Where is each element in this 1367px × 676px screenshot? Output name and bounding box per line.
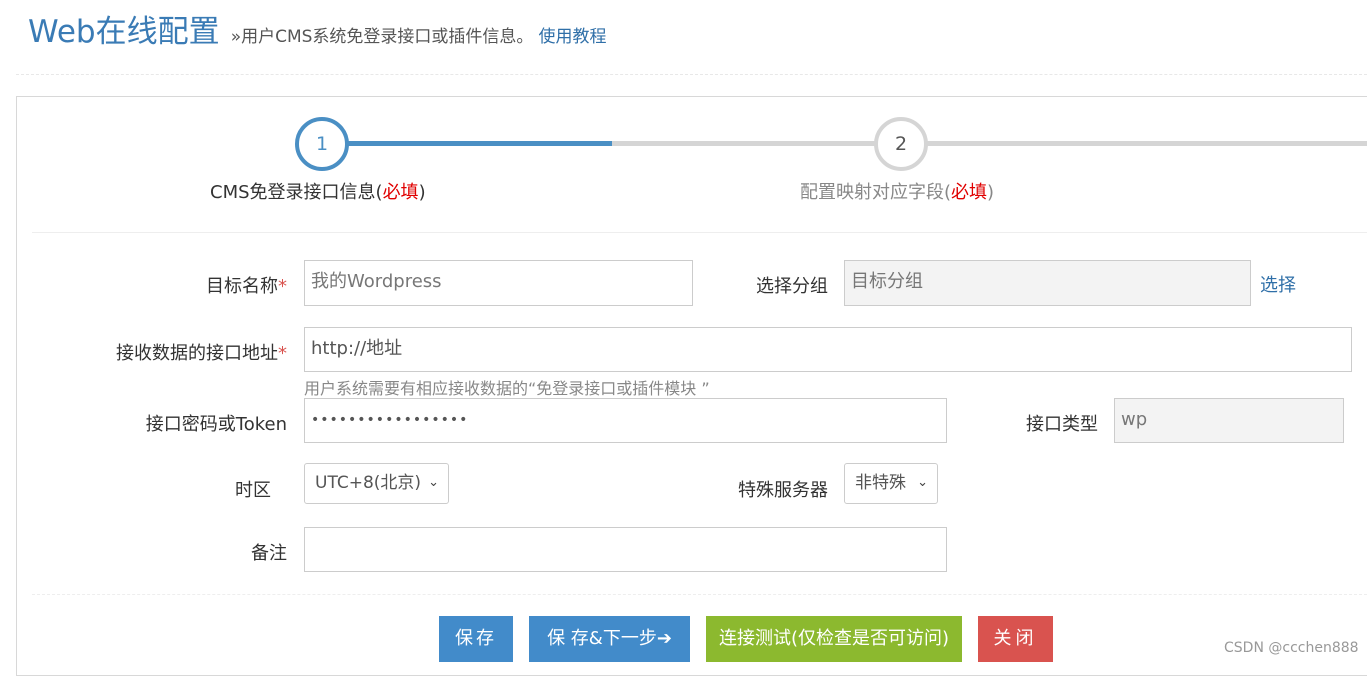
required-star: * [278,276,287,297]
step-1-circle[interactable]: 1 [295,117,349,171]
connection-test-button[interactable]: 连接测试(仅检查是否可访问) [706,616,962,662]
timezone-select-value: UTC+8(北京) [315,473,422,493]
timezone-label: 时区 [235,480,271,501]
footer-divider [32,594,1367,595]
tutorial-link[interactable]: 使用教程 [539,27,607,47]
chevron-down-icon: ⌄ [917,475,928,490]
watermark: CSDN @ccchen888 [1224,640,1359,656]
step-2-label: 配置映射对应字段(必填) [800,182,995,203]
page-title: Web在线配置 [28,14,220,50]
password-label: 接口密码或Token [145,414,287,435]
timezone-select[interactable]: UTC+8(北京) ⌄ [304,463,449,504]
step-1-title: CMS免登录接口信息 [210,182,376,203]
target-name-input[interactable]: 我的Wordpress [304,260,693,306]
step-progress-inactive [612,141,1367,146]
step-1-label: CMS免登录接口信息(必填) [210,182,426,203]
endpoint-label-text: 接收数据的接口地址 [116,343,278,364]
special-server-select[interactable]: 非特殊 ⌄ [844,463,938,504]
step-1-required: 必填 [382,182,419,203]
target-name-label: 目标名称* [206,272,287,298]
endpoint-input[interactable]: http://地址 [304,327,1352,372]
save-button[interactable]: 保存 [439,616,513,662]
step-2-circle[interactable]: 2 [874,117,928,171]
target-name-label-text: 目标名称 [206,276,278,297]
step-2-required: 必填 [951,182,988,203]
header-divider [16,74,1367,75]
group-select-link[interactable]: 选择 [1260,271,1296,297]
step-progress-active [322,141,612,146]
chevron-down-icon: ⌄ [428,475,439,490]
save-next-button[interactable]: 保 存&下一步➔ [529,616,690,662]
step-2-title: 配置映射对应字段 [800,182,944,203]
section-divider [32,232,1367,233]
special-server-label: 特殊服务器 [738,480,828,501]
api-type-input[interactable]: wp [1114,398,1344,443]
page-subtitle: »用户CMS系统免登录接口或插件信息。 [230,27,534,47]
arrow-right-icon: ➔ [656,628,672,649]
endpoint-label: 接收数据的接口地址* [116,339,287,365]
required-star: * [278,343,287,364]
save-next-label: 保 存&下一步 [547,628,657,649]
password-input[interactable]: ••••••••••••••••• [304,398,947,443]
special-server-select-value: 非特殊 [855,473,906,493]
api-type-label: 接口类型 [1026,414,1098,435]
remark-input[interactable] [304,527,947,572]
endpoint-help-text: 用户系统需要有相应接收数据的“免登录接口或插件模块 ” [304,379,710,398]
group-input[interactable]: 目标分组 [844,260,1251,306]
remark-label: 备注 [251,543,287,564]
close-button[interactable]: 关闭 [978,616,1053,662]
group-label: 选择分组 [756,276,828,297]
page-header: Web在线配置 »用户CMS系统免登录接口或插件信息。 使用教程 [28,6,607,50]
